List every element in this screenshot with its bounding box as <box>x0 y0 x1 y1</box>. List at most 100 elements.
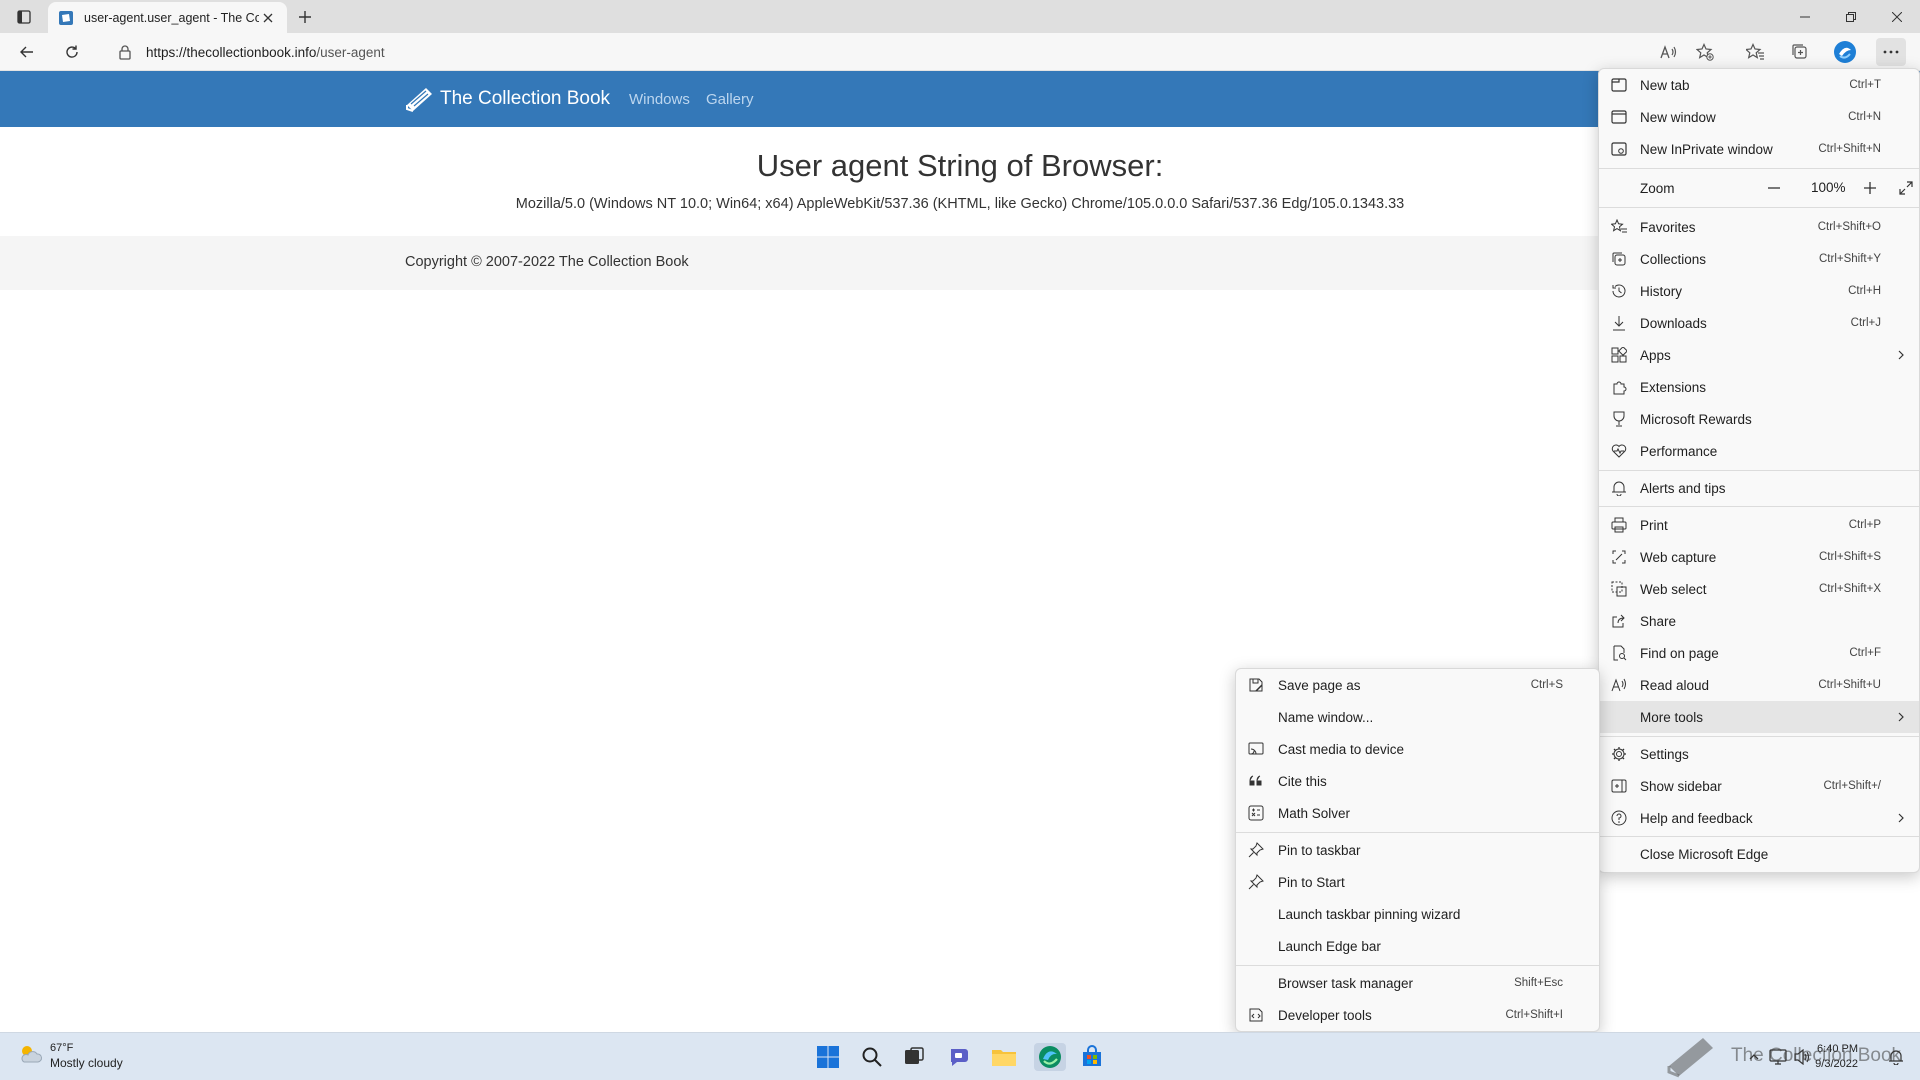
nav-link-windows[interactable]: Windows <box>629 91 690 108</box>
address-bar[interactable]: https://thecollectionbook.info/user-agen… <box>112 37 1632 67</box>
menu-label: Help and feedback <box>1640 810 1753 826</box>
menu-label: Performance <box>1640 443 1718 459</box>
menu-item-collections[interactable]: Collections Ctrl+Shift+Y <box>1599 243 1919 275</box>
read-aloud-toolbar-button[interactable] <box>1654 38 1684 66</box>
submenu-label: Math Solver <box>1278 805 1351 821</box>
quote-icon <box>1248 773 1264 789</box>
store-button[interactable] <box>1078 1043 1106 1071</box>
menu-item-downloads[interactable]: Downloads Ctrl+J <box>1599 307 1919 339</box>
pin-icon <box>1248 874 1264 890</box>
book-watermark-icon <box>1667 1038 1713 1078</box>
menu-item-help-and-feedback[interactable]: Help and feedback <box>1599 802 1919 834</box>
menu-item-microsoft-rewards[interactable]: Microsoft Rewards <box>1599 403 1919 435</box>
menu-item-close-microsoft-edge[interactable]: Close Microsoft Edge <box>1599 838 1919 870</box>
zoom-in-button[interactable] <box>1855 172 1885 204</box>
start-button[interactable] <box>814 1043 842 1071</box>
collections-button[interactable] <box>1785 38 1815 66</box>
submenu-item-browser-task-manager[interactable]: Browser task manager Shift+Esc <box>1236 967 1599 999</box>
search-icon <box>862 1047 882 1067</box>
edge-taskbar-button[interactable] <box>1034 1043 1066 1071</box>
menu-item-alerts-and-tips[interactable]: Alerts and tips <box>1599 472 1919 504</box>
menu-item-web-select[interactable]: Web select Ctrl+Shift+X <box>1599 573 1919 605</box>
submenu-item-developer-tools[interactable]: Developer tools Ctrl+Shift+I <box>1236 999 1599 1031</box>
submenu-label: Launch taskbar pinning wizard <box>1278 906 1461 922</box>
chat-button[interactable] <box>946 1043 974 1071</box>
menu-shortcut: Ctrl+J <box>1850 317 1881 329</box>
favorites-button[interactable] <box>1740 38 1770 66</box>
performance-icon <box>1611 443 1627 459</box>
bell-icon <box>1611 480 1627 496</box>
menu-item-share[interactable]: Share <box>1599 605 1919 637</box>
fullscreen-button[interactable] <box>1893 172 1919 204</box>
add-favorite-button[interactable] <box>1690 38 1720 66</box>
menu-label: Apps <box>1640 347 1671 363</box>
submenu-item-pin-to-start[interactable]: Pin to Start <box>1236 866 1599 898</box>
settings-and-more-button[interactable] <box>1876 38 1906 66</box>
minimize-icon <box>1800 16 1810 17</box>
star-add-icon <box>1696 43 1714 61</box>
submenu-item-math-solver[interactable]: Math Solver <box>1236 797 1599 829</box>
menu-item-new-window[interactable]: New window Ctrl+N <box>1599 101 1919 133</box>
menu-item-settings[interactable]: Settings <box>1599 738 1919 770</box>
profile-avatar-icon <box>1834 41 1856 63</box>
url-host: https://thecollectionbook.info <box>146 44 317 60</box>
submenu-item-launch-taskbar-pinning-wizard[interactable]: Launch taskbar pinning wizard <box>1236 898 1599 930</box>
menu-item-read-aloud[interactable]: Read aloud Ctrl+Shift+U <box>1599 669 1919 701</box>
submenu-item-launch-edge-bar[interactable]: Launch Edge bar <box>1236 930 1599 962</box>
submenu-label: Developer tools <box>1278 1007 1372 1023</box>
new-tab-icon <box>1611 77 1627 93</box>
taskbar-search-button[interactable] <box>858 1043 886 1071</box>
minimize-button[interactable] <box>1782 0 1828 33</box>
lock-icon[interactable] <box>118 44 134 60</box>
menu-item-apps[interactable]: Apps <box>1599 339 1919 371</box>
menu-shortcut: Ctrl+Shift+Y <box>1819 253 1881 265</box>
menu-item-performance[interactable]: Performance <box>1599 435 1919 467</box>
restore-button[interactable] <box>1828 0 1874 33</box>
submenu-label: Pin to taskbar <box>1278 842 1361 858</box>
menu-shortcut: Ctrl+P <box>1848 519 1881 531</box>
menu-item-extensions[interactable]: Extensions <box>1599 371 1919 403</box>
menu-item-new-inprivate-window[interactable]: New InPrivate window Ctrl+Shift+N <box>1599 133 1919 165</box>
file-explorer-button[interactable] <box>990 1043 1018 1071</box>
nav-link-gallery[interactable]: Gallery <box>706 91 754 108</box>
menu-label: Share <box>1640 613 1677 629</box>
back-button[interactable] <box>12 38 42 66</box>
menu-item-find-on-page[interactable]: Find on page Ctrl+F <box>1599 637 1919 669</box>
refresh-button[interactable] <box>57 38 87 66</box>
menu-item-show-sidebar[interactable]: Show sidebar Ctrl+Shift+/ <box>1599 770 1919 802</box>
menu-divider <box>1599 470 1919 471</box>
menu-item-print[interactable]: Print Ctrl+P <box>1599 509 1919 541</box>
menu-shortcut: Ctrl+Shift+X <box>1819 583 1881 595</box>
tab-actions-button[interactable] <box>10 4 37 29</box>
more-dots-icon <box>1883 50 1899 54</box>
profile-button[interactable] <box>1830 38 1860 66</box>
zoom-out-button[interactable] <box>1759 172 1789 204</box>
menu-divider <box>1599 207 1919 208</box>
submenu-item-name-window[interactable]: Name window... <box>1236 701 1599 733</box>
menu-item-more-tools[interactable]: More tools <box>1599 701 1919 733</box>
collections-icon <box>1611 251 1627 267</box>
submenu-item-cite-this[interactable]: Cite this <box>1236 765 1599 797</box>
watermark: The Collection Book <box>1665 1032 1905 1080</box>
submenu-item-save-page-as[interactable]: Save page as Ctrl+S <box>1236 669 1599 701</box>
weather-widget[interactable]: 67°F Mostly cloudy <box>16 1042 123 1070</box>
new-window-icon <box>1611 109 1627 125</box>
menu-item-history[interactable]: History Ctrl+H <box>1599 275 1919 307</box>
active-tab[interactable]: user-agent.user_agent - The Collection B… <box>48 2 287 33</box>
tab-close-icon[interactable] <box>259 9 277 27</box>
close-window-button[interactable] <box>1874 0 1920 33</box>
site-brand-link[interactable]: The Collection Book <box>404 85 610 113</box>
menu-item-web-capture[interactable]: Web capture Ctrl+Shift+S <box>1599 541 1919 573</box>
edge-icon <box>1039 1046 1061 1068</box>
menu-item-new-tab[interactable]: New tab Ctrl+T <box>1599 69 1919 101</box>
menu-item-favorites[interactable]: Favorites Ctrl+Shift+O <box>1599 211 1919 243</box>
history-icon <box>1611 283 1627 299</box>
more-tools-submenu: Save page as Ctrl+S Name window... Cast … <box>1235 668 1600 1032</box>
submenu-item-cast-media[interactable]: Cast media to device <box>1236 733 1599 765</box>
submenu-label: Save page as <box>1278 677 1361 693</box>
minus-icon <box>1768 187 1780 189</box>
submenu-item-pin-to-taskbar[interactable]: Pin to taskbar <box>1236 834 1599 866</box>
new-tab-button[interactable] <box>293 5 317 29</box>
task-view-button[interactable] <box>900 1043 928 1071</box>
submenu-divider <box>1236 965 1599 966</box>
